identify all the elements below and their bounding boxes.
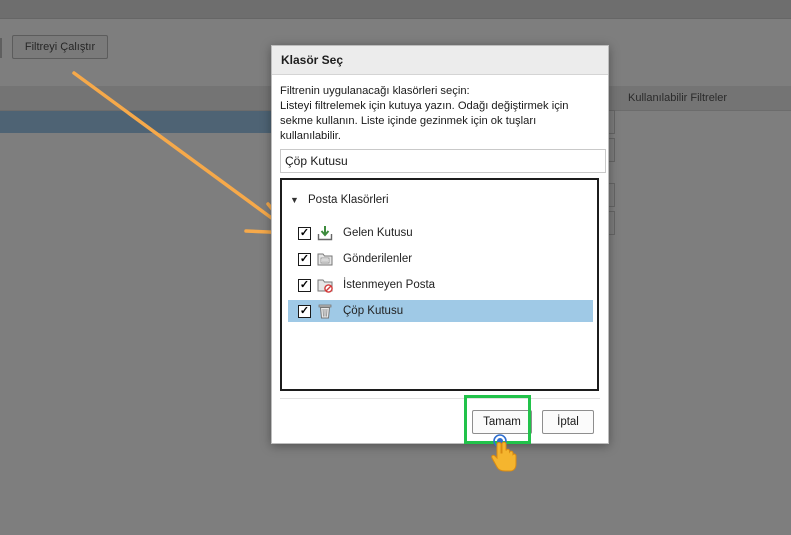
collapse-triangle-icon[interactable]: ▼ (290, 191, 300, 209)
folder-checkbox[interactable]: ✓ (298, 305, 311, 318)
trash-icon (318, 304, 332, 319)
cancel-button[interactable]: İptal (542, 410, 594, 434)
folder-select-dialog: Klasör Seç Filtrenin uygulanacağı klasör… (271, 45, 609, 444)
folder-label: Çöp Kutusu (343, 305, 404, 317)
pointer-hand-icon (491, 434, 517, 472)
folder-label: İstenmeyen Posta (343, 279, 436, 291)
folder-item-junk[interactable]: ✓ İstenmeyen Posta (288, 274, 593, 296)
instruction-line: Listeyi filtrelemek için kutuya yazın. O… (280, 100, 569, 112)
instruction-line: kullanılabilir. (280, 130, 341, 142)
folder-tree[interactable]: ▼ Posta Klasörleri ✓ Gelen Kutusu ✓ Gönde… (280, 178, 599, 391)
folder-item-trash[interactable]: ✓ Çöp Kutusu (288, 300, 593, 322)
instruction-line: Filtrenin uygulanacağı klasörleri seçin: (280, 85, 470, 97)
folder-item-inbox[interactable]: ✓ Gelen Kutusu (288, 222, 593, 244)
instruction-line: sekme kullanın. Liste içinde gezinmek iç… (280, 115, 537, 127)
dialog-instructions: Filtrenin uygulanacağı klasörleri seçin:… (280, 84, 600, 144)
tree-root[interactable]: ▼ Posta Klasörleri (290, 191, 389, 209)
folder-label: Gönderilenler (343, 253, 413, 265)
folder-checkbox[interactable]: ✓ (298, 253, 311, 266)
folder-item-sent[interactable]: ✓ Gönderilenler (288, 248, 593, 270)
inbox-download-icon (317, 226, 333, 241)
junk-folder-icon (317, 279, 333, 293)
folder-checkbox[interactable]: ✓ (298, 227, 311, 240)
tree-root-label: Posta Klasörleri (308, 194, 389, 206)
folder-filter-input[interactable] (280, 149, 606, 173)
sent-folder-icon (317, 253, 333, 266)
dialog-separator (280, 398, 600, 399)
folder-checkbox[interactable]: ✓ (298, 279, 311, 292)
dialog-title: Klasör Seç (272, 46, 608, 75)
folder-label: Gelen Kutusu (343, 227, 413, 239)
